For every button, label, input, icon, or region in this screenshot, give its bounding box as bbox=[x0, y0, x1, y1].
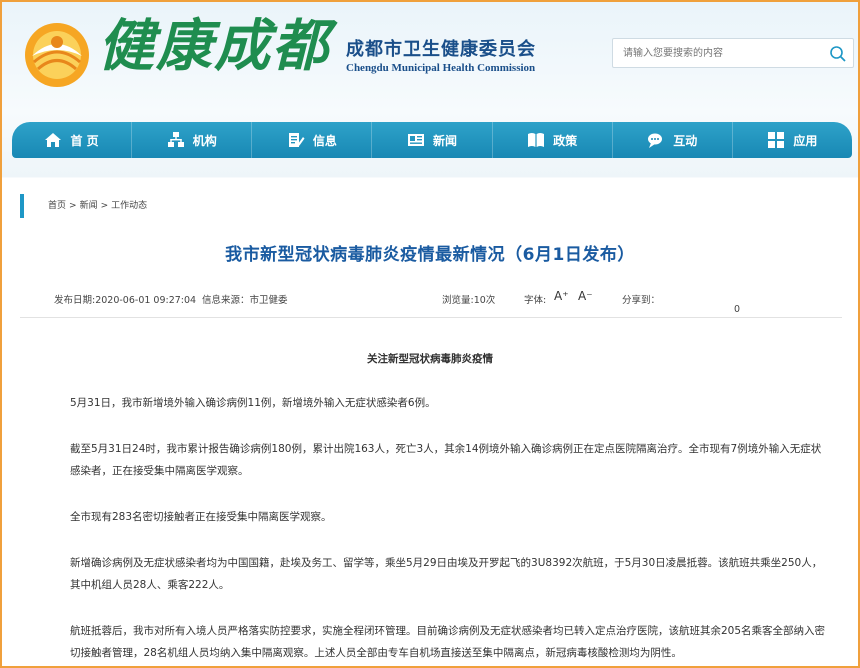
nav-item-policy[interactable]: 政策 bbox=[493, 122, 613, 158]
article-body: 关注新型冠状病毒肺炎疫情 5月31日，我市新增境外输入确诊病例11例，新增境外输… bbox=[70, 348, 830, 664]
page-frame: 健康成都 成都市卫生健康委员会 Chengdu Municipal Health… bbox=[0, 0, 860, 668]
org-name-cn: 成都市卫生健康委员会 bbox=[346, 39, 536, 60]
search-icon[interactable] bbox=[829, 45, 847, 63]
breadcrumb-news[interactable]: 新闻 bbox=[80, 201, 98, 211]
apps-icon bbox=[768, 132, 785, 148]
nav-item-home[interactable]: 首 页 bbox=[12, 122, 133, 158]
policy-icon bbox=[528, 133, 545, 147]
home-icon bbox=[45, 133, 62, 147]
font-size-label: 字体: bbox=[524, 295, 547, 306]
view-count: 浏览量:10次 bbox=[442, 295, 496, 306]
chat-icon bbox=[648, 133, 663, 148]
share-count: 0 bbox=[734, 304, 741, 315]
breadcrumb-separator: > bbox=[100, 201, 109, 211]
article-paragraph: 新增确诊病例及无症状感染者均为中国国籍，赴埃及务工、留学等，乘坐5月29日由埃及… bbox=[70, 557, 823, 591]
news-icon bbox=[407, 134, 424, 146]
nav-item-news[interactable]: 新闻 bbox=[372, 122, 493, 158]
article-paragraph: 5月31日，我市新增境外输入确诊病例11例，新增境外输入无症状感染者6例。 bbox=[70, 397, 436, 409]
article-subtitle: 关注新型冠状病毒肺炎疫情 bbox=[367, 353, 493, 365]
info-source: 信息来源：市卫健委 bbox=[202, 295, 288, 306]
org-name-en: Chengdu Municipal Health Commission bbox=[346, 62, 536, 74]
font-increase-button[interactable]: A⁺ bbox=[554, 289, 569, 303]
nav-label: 首 页 bbox=[70, 133, 99, 148]
font-decrease-button[interactable]: A⁻ bbox=[578, 289, 593, 303]
meta-divider bbox=[20, 317, 842, 318]
breadcrumb-home[interactable]: 首页 bbox=[48, 201, 66, 211]
header: 健康成都 成都市卫生健康委员会 Chengdu Municipal Health… bbox=[2, 2, 858, 120]
nav-item-info[interactable]: 信息 bbox=[252, 122, 373, 158]
main-content: 首页 > 新闻 > 工作动态 我市新型冠状病毒肺炎疫情最新情况（6月1日发布） 发布日期… bbox=[6, 178, 854, 666]
share-label: 分享到： bbox=[622, 295, 661, 306]
nav-label: 机构 bbox=[192, 133, 217, 148]
search-box bbox=[612, 38, 854, 68]
sun-logo-icon bbox=[25, 23, 89, 87]
breadcrumb: 首页 > 新闻 > 工作动态 bbox=[20, 194, 147, 218]
nav-label: 应用 bbox=[793, 133, 818, 148]
publish-date: 发布日期:2020-06-01 09:27:04 bbox=[54, 295, 197, 306]
nav-label: 新闻 bbox=[432, 133, 457, 148]
article-paragraph: 截至5月31日24时，我市累计报告确诊病例180例，累计出院163人，死亡3人，… bbox=[70, 443, 822, 477]
nav-item-interact[interactable]: 互动 bbox=[613, 122, 733, 158]
info-icon bbox=[288, 133, 305, 147]
logo-text: 健康成都 bbox=[98, 13, 330, 79]
breadcrumb-separator: > bbox=[69, 201, 77, 211]
main-nav: 首 页 机构 信息 新闻 政策 互动 应用 bbox=[12, 122, 852, 158]
search-input[interactable] bbox=[613, 39, 823, 67]
nav-label: 政策 bbox=[553, 133, 578, 148]
article-title: 我市新型冠状病毒肺炎疫情最新情况（6月1日发布） bbox=[225, 245, 635, 265]
article-paragraph: 全市现有283名密切接触者正在接受集中隔离医学观察。 bbox=[70, 511, 332, 523]
nav-item-org[interactable]: 机构 bbox=[132, 122, 253, 158]
nav-item-apps[interactable]: 应用 bbox=[733, 122, 852, 158]
nav-label: 信息 bbox=[312, 133, 337, 148]
nav-label: 互动 bbox=[673, 133, 698, 148]
breadcrumb-current[interactable]: 工作动态 bbox=[111, 201, 147, 211]
article-paragraph: 航班抵蓉后，我市对所有入境人员严格落实防控要求，实施全程闭环管理。目前确诊病例及… bbox=[70, 625, 826, 659]
org-icon bbox=[167, 132, 184, 147]
